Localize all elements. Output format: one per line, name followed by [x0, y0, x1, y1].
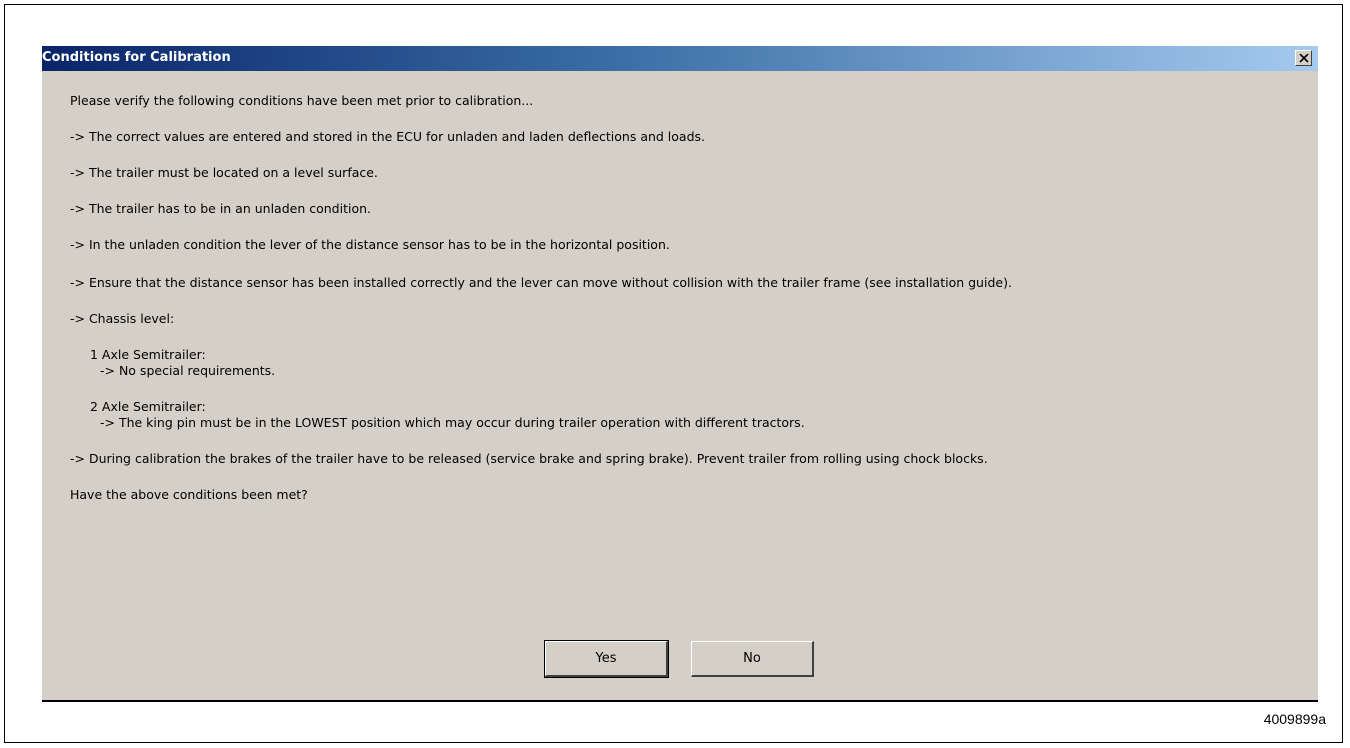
condition-item: -> In the unladen condition the lever of…: [70, 237, 670, 252]
calibration-dialog: Conditions for Calibration Please verify…: [42, 46, 1318, 701]
dialog-titlebar[interactable]: Conditions for Calibration: [42, 46, 1318, 71]
one-axle-note: -> No special requirements.: [100, 363, 276, 378]
condition-item: -> Ensure that the distance sensor has b…: [70, 275, 1012, 290]
intro-text: Please verify the following conditions h…: [70, 93, 534, 108]
figure-id: 4009899a: [1263, 711, 1326, 727]
brakes-note: -> During calibration the brakes of the …: [70, 451, 988, 466]
condition-item: -> The trailer must be located on a leve…: [70, 165, 378, 180]
dialog-bottom-rule: [42, 700, 1318, 702]
no-button[interactable]: No: [691, 641, 814, 677]
dialog-title: Conditions for Calibration: [42, 50, 231, 65]
yes-button[interactable]: Yes: [544, 640, 669, 678]
condition-item: -> The correct values are entered and st…: [70, 129, 706, 144]
close-x-icon: [1299, 54, 1309, 63]
condition-item: -> The trailer has to be in an unladen c…: [70, 201, 372, 216]
close-button[interactable]: [1295, 50, 1312, 66]
confirmation-question: Have the above conditions been met?: [70, 487, 308, 502]
condition-item: -> Chassis level:: [70, 311, 175, 326]
two-axle-note: -> The king pin must be in the LOWEST po…: [100, 415, 805, 430]
two-axle-title: 2 Axle Semitrailer:: [90, 399, 206, 414]
one-axle-title: 1 Axle Semitrailer:: [90, 347, 206, 362]
